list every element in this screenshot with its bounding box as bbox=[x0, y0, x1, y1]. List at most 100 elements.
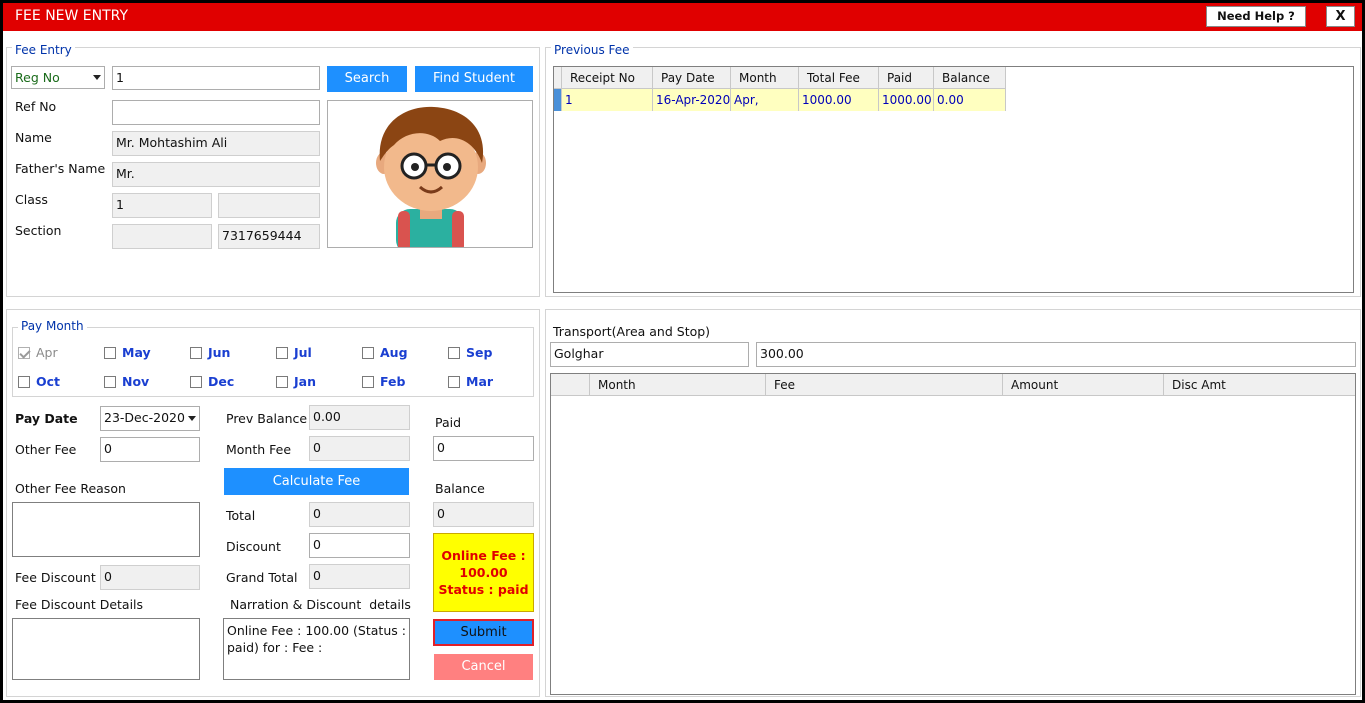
month-fee-label: Month Fee bbox=[226, 442, 292, 457]
fee-discount-label: Fee Discount bbox=[15, 570, 96, 585]
grand-total-label: Grand Total bbox=[226, 570, 298, 585]
balance-label: Balance bbox=[435, 481, 485, 496]
ref-no-input[interactable] bbox=[112, 100, 320, 125]
checkbox-checked-icon bbox=[18, 346, 30, 359]
checkbox-icon bbox=[104, 375, 116, 388]
discount-input[interactable]: 0 bbox=[309, 533, 410, 558]
transport-fee-table[interactable]: Month Fee Amount Disc Amt bbox=[550, 373, 1356, 695]
checkbox-icon bbox=[190, 375, 202, 388]
month-checkbox-nov[interactable]: Nov bbox=[104, 374, 149, 389]
month-label: Jun bbox=[208, 345, 231, 360]
month-checkbox-may[interactable]: May bbox=[104, 345, 151, 360]
section-field bbox=[112, 224, 212, 249]
checkbox-icon bbox=[276, 346, 288, 359]
column-header-receipt-no[interactable]: Receipt No bbox=[562, 67, 653, 89]
name-field: Mr. Mohtashim Ali bbox=[112, 131, 320, 156]
table-row[interactable]: 1 16-Apr-2020 Apr, 1000.00 1000.00 0.00 bbox=[554, 89, 1006, 111]
chevron-down-icon bbox=[188, 416, 196, 421]
month-checkbox-oct[interactable]: Oct bbox=[18, 374, 60, 389]
paid-input[interactable]: 0 bbox=[433, 436, 534, 461]
month-checkbox-dec[interactable]: Dec bbox=[190, 374, 234, 389]
column-header-paid[interactable]: Paid bbox=[879, 67, 934, 89]
ref-no-label: Ref No bbox=[15, 99, 57, 114]
month-checkbox-feb[interactable]: Feb bbox=[362, 374, 405, 389]
total-label: Total bbox=[226, 508, 256, 523]
checkbox-icon bbox=[448, 346, 460, 359]
month-label: May bbox=[122, 345, 151, 360]
month-checkbox-apr[interactable]: Apr bbox=[18, 345, 58, 360]
balance-field: 0 bbox=[433, 502, 534, 527]
transport-area-field[interactable]: Golghar bbox=[550, 342, 749, 367]
class-field: 1 bbox=[112, 193, 212, 218]
previous-fee-table[interactable]: Receipt No Pay Date Month Total Fee Paid… bbox=[553, 66, 1354, 293]
reg-no-select[interactable]: Reg No bbox=[11, 66, 105, 89]
column-header-disc-amt[interactable]: Disc Amt bbox=[1164, 374, 1355, 396]
month-label: Apr bbox=[36, 345, 58, 360]
transport-label: Transport(Area and Stop) bbox=[553, 324, 711, 339]
other-fee-input[interactable]: 0 bbox=[100, 437, 200, 462]
month-label: Jan bbox=[294, 374, 316, 389]
column-header-amount[interactable]: Amount bbox=[1003, 374, 1164, 396]
checkbox-icon bbox=[276, 375, 288, 388]
other-fee-label: Other Fee bbox=[15, 442, 77, 457]
month-checkbox-sep[interactable]: Sep bbox=[448, 345, 492, 360]
column-header-month[interactable]: Month bbox=[731, 67, 799, 89]
transport-amount-field[interactable]: 300.00 bbox=[756, 342, 1356, 367]
checkbox-icon bbox=[448, 375, 460, 388]
calculate-fee-button[interactable]: Calculate Fee bbox=[224, 468, 409, 495]
online-fee-line: Online Fee : bbox=[441, 548, 526, 563]
discount-label: Discount bbox=[226, 539, 281, 554]
checkbox-icon bbox=[104, 346, 116, 359]
column-header-total-fee[interactable]: Total Fee bbox=[799, 67, 879, 89]
cell-month: Apr, bbox=[731, 89, 799, 111]
previous-fee-legend: Previous Fee bbox=[551, 43, 633, 57]
pay-date-picker[interactable]: 23-Dec-2020 bbox=[100, 406, 200, 431]
cell-balance: 0.00 bbox=[934, 89, 1006, 111]
checkbox-icon bbox=[18, 375, 30, 388]
month-label: Dec bbox=[208, 374, 235, 389]
month-checkbox-aug[interactable]: Aug bbox=[362, 345, 408, 360]
month-label: Nov bbox=[122, 374, 150, 389]
student-cartoon-avatar-icon bbox=[376, 106, 486, 247]
column-header-month[interactable]: Month bbox=[590, 374, 766, 396]
row-header-spacer bbox=[554, 67, 562, 89]
online-fee-status: Status : paid bbox=[438, 582, 529, 597]
month-label: Feb bbox=[380, 374, 406, 389]
chevron-down-icon bbox=[93, 75, 101, 80]
close-icon[interactable]: X bbox=[1326, 6, 1355, 27]
father-name-label: Father's Name bbox=[15, 161, 106, 176]
phone-field: 7317659444 bbox=[218, 224, 320, 249]
need-help-button[interactable]: Need Help ? bbox=[1206, 6, 1306, 27]
narration-label: Narration & Discount details bbox=[230, 597, 411, 612]
other-fee-reason-textarea[interactable] bbox=[12, 502, 200, 557]
column-header-balance[interactable]: Balance bbox=[934, 67, 1006, 89]
reg-no-select-value: Reg No bbox=[15, 70, 60, 85]
cell-pay-date: 16-Apr-2020 bbox=[653, 89, 731, 111]
checkbox-icon bbox=[362, 346, 374, 359]
cancel-button[interactable]: Cancel bbox=[434, 654, 533, 680]
pay-date-label: Pay Date bbox=[15, 411, 78, 426]
search-button[interactable]: Search bbox=[327, 66, 407, 92]
find-student-button[interactable]: Find Student bbox=[415, 66, 533, 92]
month-label: Sep bbox=[466, 345, 493, 360]
month-checkbox-jan[interactable]: Jan bbox=[276, 374, 316, 389]
narration-textarea[interactable]: Online Fee : 100.00 (Status : paid) for … bbox=[223, 618, 410, 680]
month-checkbox-jun[interactable]: Jun bbox=[190, 345, 230, 360]
column-header-fee[interactable]: Fee bbox=[766, 374, 1003, 396]
reg-no-input[interactable]: 1 bbox=[112, 66, 320, 90]
cell-paid: 1000.00 bbox=[879, 89, 934, 111]
checkbox-icon bbox=[190, 346, 202, 359]
previous-fee-header: Receipt No Pay Date Month Total Fee Paid… bbox=[554, 67, 1006, 89]
column-header-pay-date[interactable]: Pay Date bbox=[653, 67, 731, 89]
pay-date-value: 23-Dec-2020 bbox=[104, 410, 185, 425]
month-checkbox-jul[interactable]: Jul bbox=[276, 345, 312, 360]
checkbox-icon bbox=[362, 375, 374, 388]
month-label: Oct bbox=[36, 374, 61, 389]
online-fee-status-box: Online Fee : 100.00 Status : paid bbox=[433, 533, 534, 612]
class-extra-field bbox=[218, 193, 320, 218]
fee-discount-details-textarea[interactable] bbox=[12, 618, 200, 680]
row-header-spacer bbox=[551, 374, 590, 396]
fee-discount-details-label: Fee Discount Details bbox=[15, 597, 144, 612]
submit-button[interactable]: Submit bbox=[433, 619, 534, 646]
month-checkbox-mar[interactable]: Mar bbox=[448, 374, 493, 389]
